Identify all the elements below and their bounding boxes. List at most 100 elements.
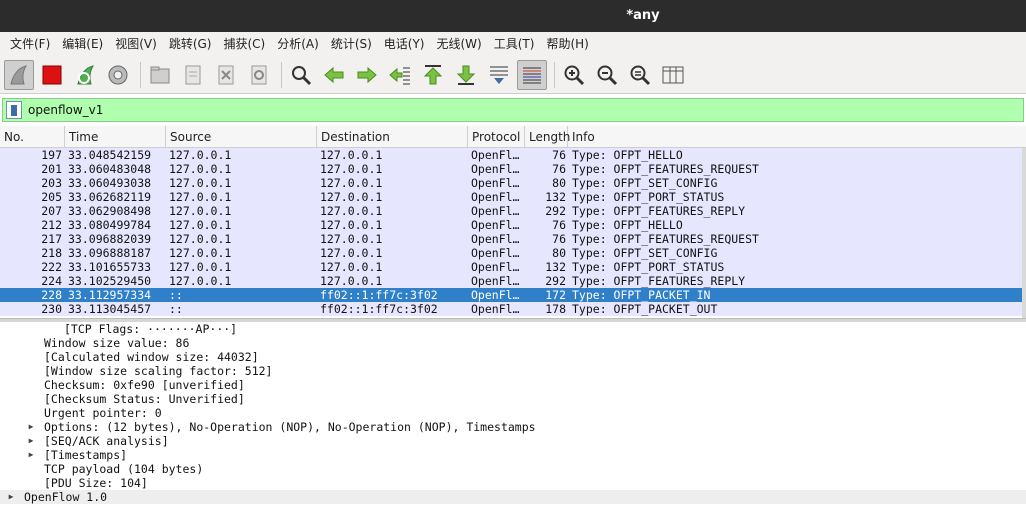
packet-cell-proto: OpenFl… [471, 218, 520, 232]
normal-size-icon[interactable] [625, 60, 655, 90]
detail-text: Options: (12 bytes), No-Operation (NOP),… [44, 420, 536, 434]
expand-arrow-icon[interactable]: ▶ [26, 420, 36, 434]
packet-row[interactable]: 224 33.102529450 127.0.0.1 127.0.0.1 OpenFl…… [0, 274, 1026, 288]
packet-cell-dst: ff02::1:ff7c:3f02 [320, 288, 438, 302]
column-header-length[interactable]: Length [525, 126, 570, 148]
zoom-in-icon[interactable] [559, 60, 589, 90]
packet-cell-src: :: [169, 288, 183, 302]
column-header-no[interactable]: No. [0, 126, 65, 148]
window-title: *any [626, 8, 660, 23]
menu-item[interactable]: 无线(W) [431, 32, 488, 56]
restart-capture-icon[interactable] [70, 60, 100, 90]
packet-row[interactable]: 230 33.113045457:: ff02::1:ff7c:3f02 OpenFl… [0, 302, 1026, 316]
column-header-time[interactable]: Time [65, 126, 166, 148]
resize-columns-icon[interactable] [658, 60, 688, 90]
packet-cell-time: 33.113045457 [68, 302, 152, 316]
packet-cell-info: Type: OFPT_FEATURES_REPLY [572, 204, 746, 218]
expand-arrow-icon[interactable]: ▶ [26, 448, 36, 462]
menu-item[interactable]: 跳转(G) [163, 32, 218, 56]
packet-cell-src: 127.0.0.1 [169, 148, 232, 162]
detail-field[interactable]: Urgent pointer: 0 [0, 406, 1026, 420]
packet-row[interactable]: 222 33.101655733 127.0.0.1 127.0.0.1 OpenFl…… [0, 260, 1026, 274]
detail-field[interactable]: [Checksum Status: Unverified] [0, 392, 1026, 406]
detail-field[interactable]: TCP payload (104 bytes) [0, 462, 1026, 476]
packet-cell-info: Type: OFPT_SET_CONFIG [572, 246, 718, 260]
column-header-source[interactable]: Source [166, 126, 317, 148]
menu-item[interactable]: 电话(Y) [378, 32, 431, 56]
packet-cell-no: 201 [41, 162, 62, 176]
packet-cell-info: Type: OFPT_FEATURES_REPLY [572, 274, 746, 288]
menu-item[interactable]: 分析(A) [271, 32, 325, 56]
column-header-protocol[interactable]: Protocol [468, 126, 525, 148]
detail-field[interactable]: Checksum: 0xfe90 [unverified] [0, 378, 1026, 392]
packet-cell-info: Type: OFPT_SET_CONFIG [572, 176, 718, 190]
column-header-info[interactable]: Info [568, 126, 1026, 148]
capture-options-gear-icon[interactable] [103, 60, 133, 90]
packet-cell-info: Type: OFPT_PORT_STATUS [572, 260, 725, 274]
detail-tree-node[interactable]: ▶ Options: (12 bytes), No-Operation (NOP)… [0, 420, 1026, 434]
packet-row[interactable]: 197 33.048542159 127.0.0.1 127.0.0.1 OpenFl…… [0, 148, 1026, 162]
packet-row[interactable]: 212 33.080499784 127.0.0.1 127.0.0.1 OpenFl…… [0, 218, 1026, 232]
go-to-packet-icon[interactable] [385, 60, 415, 90]
detail-text: OpenFlow 1.0 [24, 490, 108, 504]
menu-item[interactable]: 工具(T) [488, 32, 541, 56]
zoom-out-icon[interactable] [592, 60, 622, 90]
packet-cell-no: 212 [41, 218, 62, 232]
detail-tree-node[interactable]: ▶ [Timestamps] [0, 448, 1026, 462]
go-first-packet-icon[interactable] [418, 60, 448, 90]
expand-arrow-icon[interactable]: ▶ [26, 434, 36, 448]
shark-fin-start-icon[interactable] [4, 59, 34, 90]
detail-field[interactable]: [PDU Size: 104] [0, 476, 1026, 490]
detail-tree-node[interactable]: ▶ OpenFlow 1.0 [0, 490, 1026, 504]
expand-arrow-icon[interactable]: ▶ [6, 490, 16, 504]
menu-item[interactable]: 编辑(E) [56, 32, 109, 56]
packet-cell-src: 127.0.0.1 [169, 232, 232, 246]
save-file-icon[interactable] [178, 60, 208, 90]
menu-item[interactable]: 统计(S) [325, 32, 378, 56]
packet-cell-dst: 127.0.0.1 [320, 162, 383, 176]
filter-bookmark-icon[interactable] [6, 101, 22, 119]
packet-row-selected[interactable]: 228 33.112957334:: ff02::1:ff7c:3f02 OpenFl… [0, 288, 1026, 302]
detail-field[interactable]: [Window size scaling factor: 512] [0, 364, 1026, 378]
packet-cell-time: 33.048542159 [68, 148, 152, 162]
colorize-icon[interactable] [517, 59, 547, 90]
packet-cell-no: 218 [41, 246, 62, 260]
packet-row[interactable]: 201 33.060483048 127.0.0.1 127.0.0.1 OpenFl…… [0, 162, 1026, 176]
packet-list-scrollbar[interactable] [1022, 148, 1026, 318]
packet-cell-time: 33.102529450 [68, 274, 152, 288]
packet-row[interactable]: 207 33.062908498 127.0.0.1 127.0.0.1 OpenFl…… [0, 204, 1026, 218]
packet-cell-dst: 127.0.0.1 [320, 274, 383, 288]
menu-item[interactable]: 帮助(H) [540, 32, 594, 56]
close-file-icon[interactable] [211, 60, 241, 90]
go-last-packet-icon[interactable] [451, 60, 481, 90]
packet-cell-src: 127.0.0.1 [169, 246, 232, 260]
menu-item[interactable]: 文件(F) [4, 32, 56, 56]
detail-tree-node[interactable]: ▶ [SEQ/ACK analysis] [0, 434, 1026, 448]
packet-row[interactable]: 217 33.096882039 127.0.0.1 127.0.0.1 OpenFl…… [0, 232, 1026, 246]
packet-row[interactable]: 205 33.062682119 127.0.0.1 127.0.0.1 OpenFl…… [0, 190, 1026, 204]
menu-item[interactable]: 捕获(C) [217, 32, 271, 56]
stop-capture-icon[interactable] [37, 60, 67, 90]
detail-field[interactable]: Window size value: 86 [0, 336, 1026, 350]
menu-item[interactable]: 视图(V) [109, 32, 163, 56]
column-header-destination[interactable]: Destination [317, 126, 468, 148]
open-file-icon[interactable] [145, 60, 175, 90]
detail-text: [Checksum Status: Unverified] [44, 392, 245, 406]
packet-row[interactable]: 203 33.060493038 127.0.0.1 127.0.0.1 OpenFl…… [0, 176, 1026, 190]
reload-file-icon[interactable] [244, 60, 274, 90]
packet-row[interactable]: 218 33.096888187 127.0.0.1 127.0.0.1 OpenFl…… [0, 246, 1026, 260]
packet-cell-no: 217 [41, 232, 62, 246]
packet-cell-len: 178 [545, 302, 566, 316]
go-forward-icon[interactable] [352, 60, 382, 90]
auto-scroll-icon[interactable] [484, 60, 514, 90]
display-filter-input[interactable] [22, 100, 1023, 120]
find-packet-icon[interactable] [286, 60, 316, 90]
detail-field[interactable]: [Calculated window size: 44032] [0, 350, 1026, 364]
packet-cell-info: Type: OFPT_HELLO [572, 218, 683, 232]
go-back-icon[interactable] [319, 60, 349, 90]
packet-cell-info: Type: OFPT_FEATURES_REQUEST [572, 162, 759, 176]
packet-cell-time: 33.062682119 [68, 190, 152, 204]
detail-field[interactable]: [TCP Flags: ·······AP···] [0, 322, 1026, 336]
packet-cell-src: 127.0.0.1 [169, 218, 232, 232]
detail-text: [Window size scaling factor: 512] [44, 364, 273, 378]
